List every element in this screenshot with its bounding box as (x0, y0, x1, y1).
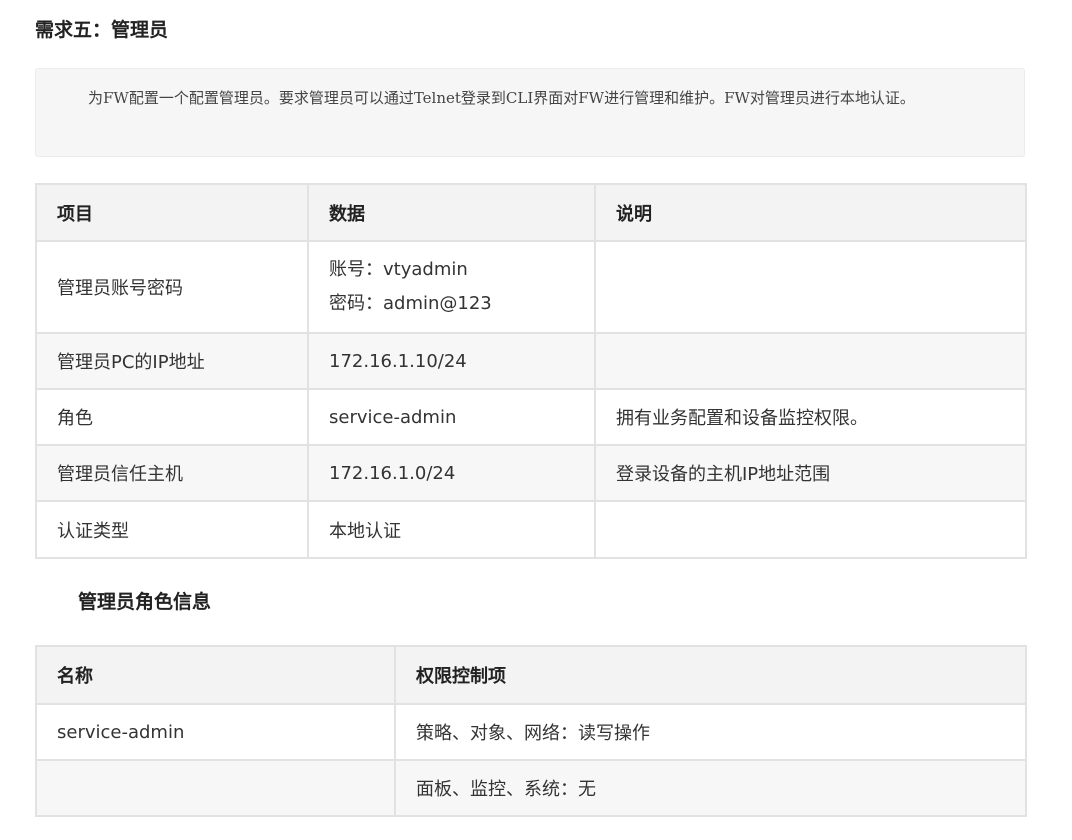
table-row: 认证类型 本地认证 (35, 500, 1027, 559)
row-data: 账号：vtyadmin 密码：admin@123 (307, 240, 596, 334)
subsection-heading: 管理员角色信息 (78, 591, 212, 613)
role-name: service-admin (35, 703, 396, 761)
row-item: 管理员账号密码 (35, 240, 309, 334)
column-header-description: 说明 (594, 183, 1027, 242)
row-data: 本地认证 (307, 500, 596, 559)
table-row: 管理员PC的IP地址 172.16.1.10/24 (35, 332, 1027, 390)
row-description: 拥有业务配置和设备监控权限。 (594, 388, 1027, 446)
column-header-data: 数据 (307, 183, 596, 242)
table-row: 管理员账号密码 账号：vtyadmin 密码：admin@123 (35, 240, 1027, 334)
row-item: 管理员信任主机 (35, 444, 309, 502)
row-description: 登录设备的主机IP地址范围 (594, 444, 1027, 502)
table-row: service-admin 策略、对象、网络：读写操作 (35, 703, 1027, 761)
password-line: 密码：admin@123 (329, 293, 492, 314)
row-item: 角色 (35, 388, 309, 446)
role-name (35, 759, 396, 817)
row-description (594, 240, 1027, 334)
requirement-note: 为FW配置一个配置管理员。要求管理员可以通过Telnet登录到CLI界面对FW进… (35, 68, 1025, 157)
table-row: 管理员信任主机 172.16.1.0/24 登录设备的主机IP地址范围 (35, 444, 1027, 502)
row-data: 172.16.1.10/24 (307, 332, 596, 390)
row-description (594, 500, 1027, 559)
account-line: 账号：vtyadmin (329, 259, 468, 280)
row-description (594, 332, 1027, 390)
table-header-row: 名称 权限控制项 (35, 645, 1027, 705)
role-permission: 面板、监控、系统：无 (394, 759, 1027, 817)
role-info-table: 名称 权限控制项 service-admin 策略、对象、网络：读写操作 面板、… (35, 645, 1027, 817)
table-header-row: 项目 数据 说明 (35, 183, 1027, 242)
column-header-item: 项目 (35, 183, 309, 242)
document-page: 需求五：管理员 为FW配置一个配置管理员。要求管理员可以通过Telnet登录到C… (0, 0, 1072, 840)
row-item: 认证类型 (35, 500, 309, 559)
row-item: 管理员PC的IP地址 (35, 332, 309, 390)
role-permission: 策略、对象、网络：读写操作 (394, 703, 1027, 761)
column-header-name: 名称 (35, 645, 396, 705)
section-heading: 需求五：管理员 (35, 19, 169, 41)
table-row: 角色 service-admin 拥有业务配置和设备监控权限。 (35, 388, 1027, 446)
table-row: 面板、监控、系统：无 (35, 759, 1027, 817)
row-data: service-admin (307, 388, 596, 446)
admin-config-table: 项目 数据 说明 管理员账号密码 账号：vtyadmin 密码：admin@12… (35, 183, 1027, 559)
column-header-permissions: 权限控制项 (394, 645, 1027, 705)
row-data: 172.16.1.0/24 (307, 444, 596, 502)
